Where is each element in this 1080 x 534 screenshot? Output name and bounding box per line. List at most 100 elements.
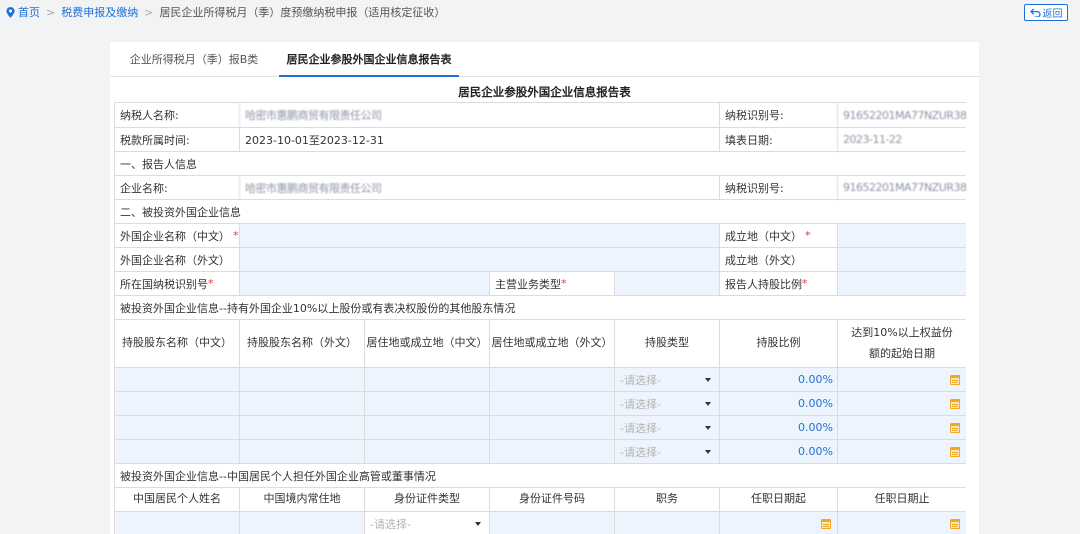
period-value: 2023-10-01至2023-12-31 — [239, 128, 719, 151]
required-mark: * — [805, 229, 811, 242]
col-header: 中国居民个人姓名 — [114, 488, 239, 511]
report-table: 纳税人名称: 哈密市惠鹏商贸有限责任公司 纳税识别号: 91652201MA77… — [114, 102, 966, 534]
holding-type-select[interactable]: -请选择- — [614, 368, 719, 391]
table-row: 企业名称: 哈密市惠鹏商贸有限责任公司 纳税识别号: 91652201MA77N… — [114, 176, 966, 200]
section-header: 二、被投资外国企业信息 — [114, 200, 966, 224]
start-date-picker[interactable] — [837, 416, 966, 439]
shareholder-name-cn-input[interactable] — [114, 392, 239, 415]
table-row: 外国企业名称（外文） 成立地（外文） — [114, 248, 966, 272]
foreign-name-foreign-label: 外国企业名称（外文） — [114, 248, 239, 271]
shareholder-place-cn-input[interactable] — [364, 440, 489, 463]
foreign-name-cn-input[interactable] — [239, 224, 719, 247]
calendar-icon[interactable] — [950, 374, 960, 385]
place-foreign-input[interactable] — [837, 248, 966, 271]
calendar-icon[interactable] — [950, 446, 960, 457]
chevron-down-icon — [705, 401, 711, 406]
shareholder-place-cn-input[interactable] — [364, 416, 489, 439]
holding-ratio-value[interactable]: 0.00% — [719, 440, 837, 463]
select-placeholder: -请选择- — [620, 421, 661, 435]
back-button[interactable]: 返回 — [1024, 4, 1068, 21]
calendar-icon[interactable] — [950, 398, 960, 409]
table-row: 纳税人名称: 哈密市惠鹏商贸有限责任公司 纳税识别号: 91652201MA77… — [114, 103, 966, 128]
required-mark: * — [802, 277, 808, 290]
required-mark: * — [561, 277, 567, 290]
chevron-down-icon — [705, 449, 711, 454]
breadcrumb-home[interactable]: 首页 — [18, 4, 40, 20]
shareholder-place-foreign-input[interactable] — [489, 368, 614, 391]
shareholder-name-foreign-input[interactable] — [239, 392, 364, 415]
breadcrumb-tax-filing[interactable]: 税费申报及缴纳 — [61, 4, 138, 20]
start-date-picker[interactable] — [837, 368, 966, 391]
chevron-down-icon — [705, 377, 711, 382]
shareholder-name-foreign-input[interactable] — [239, 440, 364, 463]
exec-position-input[interactable] — [614, 512, 719, 534]
table-row: 税款所属时间: 2023-10-01至2023-12-31 填表日期: 2023… — [114, 128, 966, 152]
exec-residence-input[interactable] — [239, 512, 364, 534]
tab-foreign-investment-report[interactable]: 居民企业参股外国企业信息报告表 — [279, 42, 459, 77]
shareholder-name-cn-input[interactable] — [114, 440, 239, 463]
table-row: -请选择- 0.00% — [114, 368, 966, 392]
exec-id-type-select[interactable]: -请选择- — [364, 512, 489, 534]
place-cn-label: 成立地（中文） * — [719, 224, 837, 247]
table-row: -请选择- 0.00% — [114, 440, 966, 464]
shareholder-name-cn-input[interactable] — [114, 416, 239, 439]
breadcrumb: 首页 > 税费申报及缴纳 > 居民企业所得税月（季）度预缴纳税申报（适用核定征收… — [6, 4, 445, 20]
holding-type-select[interactable]: -请选择- — [614, 416, 719, 439]
table-header-row: 持股股东名称（中文） 持股股东名称（外文） 居住地或成立地（中文） 居住地或成立… — [114, 320, 966, 368]
foreign-name-foreign-input[interactable] — [239, 248, 719, 271]
table-row: -请选择- — [114, 512, 966, 534]
col-header: 持股股东名称（中文） — [114, 320, 239, 367]
holding-ratio-value[interactable]: 0.00% — [719, 416, 837, 439]
shareholder-place-cn-input[interactable] — [364, 392, 489, 415]
exec-start-date-picker[interactable] — [719, 512, 837, 534]
col-header: 任职日期止 — [837, 488, 966, 511]
shareholder-place-cn-input[interactable] — [364, 368, 489, 391]
calendar-icon[interactable] — [950, 518, 960, 529]
country-taxid-input[interactable] — [239, 272, 489, 295]
holding-type-select[interactable]: -请选择- — [614, 392, 719, 415]
chevron-down-icon — [475, 521, 481, 526]
country-taxid-label: 所在国纳税识别号 * — [114, 272, 239, 295]
form-title: 居民企业参股外国企业信息报告表 — [458, 85, 631, 99]
shareholders-title: 被投资外国企业信息--持有外国企业10%以上股份或有表决权股份的其他股东情况 — [114, 296, 966, 319]
section-foreign-title: 二、被投资外国企业信息 — [114, 200, 966, 223]
shareholder-place-foreign-input[interactable] — [489, 440, 614, 463]
fill-date-value: 2023-11-22 — [837, 128, 966, 151]
col-header: 身份证件号码 — [489, 488, 614, 511]
company-name-value: 哈密市惠鹏商贸有限责任公司 — [239, 176, 719, 199]
back-arrow-icon — [1029, 8, 1041, 17]
place-cn-input[interactable] — [837, 224, 966, 247]
col-header: 身份证件类型 — [364, 488, 489, 511]
table-row: -请选择- 0.00% — [114, 416, 966, 440]
holding-ratio-input[interactable] — [837, 272, 966, 295]
col-header: 中国境内常住地 — [239, 488, 364, 511]
reporter-tax-id-value: 91652201MA77NZUR38 — [837, 176, 966, 199]
col-header: 居住地或成立地（中文） — [364, 320, 489, 367]
table-row: -请选择- 0.00% — [114, 392, 966, 416]
exec-id-number-input[interactable] — [489, 512, 614, 534]
holding-ratio-value[interactable]: 0.00% — [719, 392, 837, 415]
shareholder-place-foreign-input[interactable] — [489, 392, 614, 415]
taxpayer-name-label: 纳税人名称: — [114, 103, 239, 127]
exec-name-input[interactable] — [114, 512, 239, 534]
calendar-icon[interactable] — [950, 422, 960, 433]
holding-ratio-value[interactable]: 0.00% — [719, 368, 837, 391]
start-date-picker[interactable] — [837, 392, 966, 415]
tab-income-tax-b[interactable]: 企业所得税月（季）报B类 — [120, 42, 268, 77]
section-header: 一、报告人信息 — [114, 152, 966, 176]
shareholder-name-foreign-input[interactable] — [239, 416, 364, 439]
exec-end-date-picker[interactable] — [837, 512, 966, 534]
back-button-label: 返回 — [1042, 9, 1063, 20]
shareholder-name-foreign-input[interactable] — [239, 368, 364, 391]
col-header: 持股比例 — [719, 320, 837, 367]
top-bar: 首页 > 税费申报及缴纳 > 居民企业所得税月（季）度预缴纳税申报（适用核定征收… — [0, 0, 1080, 24]
holding-type-select[interactable]: -请选择- — [614, 440, 719, 463]
required-mark: * — [208, 277, 214, 290]
business-type-input[interactable] — [614, 272, 719, 295]
shareholder-place-foreign-input[interactable] — [489, 416, 614, 439]
calendar-icon[interactable] — [821, 518, 831, 529]
shareholder-name-cn-input[interactable] — [114, 368, 239, 391]
place-foreign-label: 成立地（外文） — [719, 248, 837, 271]
select-placeholder: -请选择- — [620, 397, 661, 411]
start-date-picker[interactable] — [837, 440, 966, 463]
